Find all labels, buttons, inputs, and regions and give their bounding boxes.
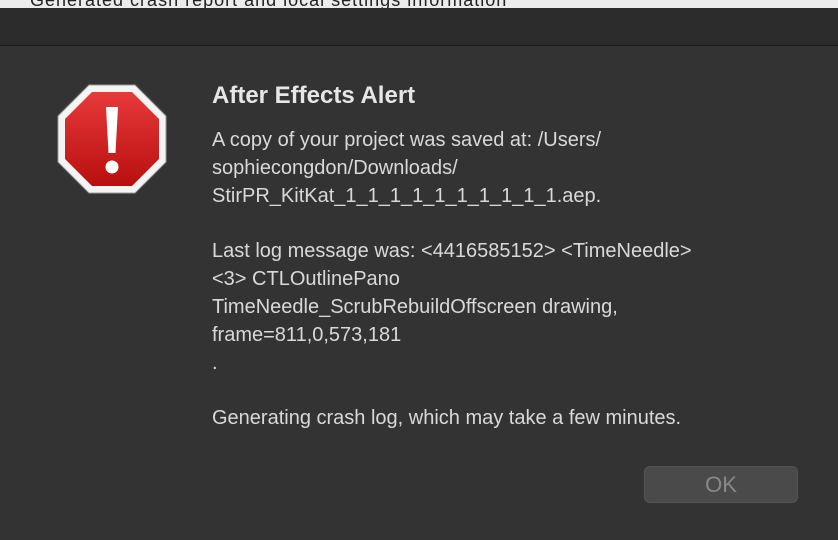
message-line: Generating crash log, which may take a f… [212, 407, 682, 429]
message-line: sophiecongdon/Downloads/ [212, 157, 458, 179]
message-line: A copy of your project was saved at: /Us… [212, 129, 602, 151]
message-line: Last log message was: <4416585152> <Time… [212, 240, 692, 262]
ok-button[interactable]: OK [644, 466, 798, 503]
background-window-strip: Generated crash report and local setting… [0, 0, 838, 8]
message-line: <3> CTLOutlinePano [212, 268, 400, 290]
message-line: frame=811,0,573,181 [212, 324, 402, 346]
message-line: TimeNeedle_ScrubRebuildOffscreen drawing… [212, 296, 618, 318]
background-window-text: Generated crash report and local setting… [30, 0, 507, 8]
dialog-titlebar [0, 8, 838, 46]
message-line: . [212, 352, 218, 374]
alert-title: After Effects Alert [212, 82, 416, 109]
message-line: StirPR_KitKat_1_1_1_1_1_1_1_1_1_1.aep. [212, 185, 602, 207]
alert-dialog: After Effects Alert A copy of your proje… [0, 46, 838, 540]
alert-message: A copy of your project was saved at: /Us… [212, 126, 812, 432]
stop-sign-exclamation-icon [57, 84, 167, 194]
